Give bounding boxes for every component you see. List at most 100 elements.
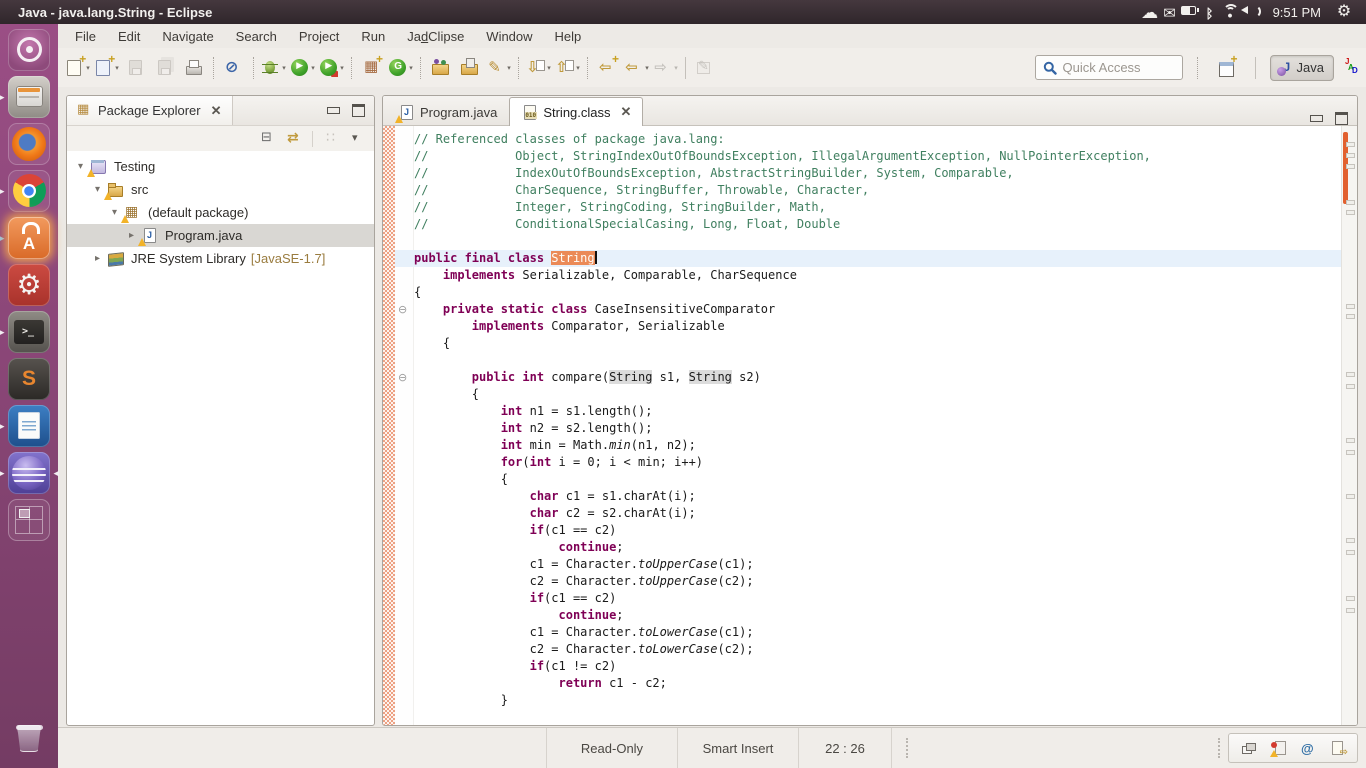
code-line[interactable]: return c1 - c2; (414, 675, 1342, 692)
run-button[interactable]: ▾ (288, 54, 317, 81)
code-line[interactable] (414, 352, 1342, 369)
new-java-project-wizard-button[interactable] (357, 52, 386, 81)
menu-help[interactable]: Help (544, 24, 593, 48)
quick-access-input[interactable]: Quick Access (1034, 55, 1183, 80)
skip-all-breakpoints-button[interactable] (219, 54, 248, 81)
wifi-icon[interactable] (1219, 1, 1240, 18)
annotation-marker[interactable] (1346, 304, 1355, 309)
new-java-class-button[interactable]: ▾ (386, 54, 415, 81)
code-line[interactable]: c1 = Character.toLowerCase(c1); (414, 624, 1342, 641)
launcher-libreoffice-writer[interactable]: ▸ (0, 402, 58, 449)
run-external-dropdown-icon[interactable]: ▾ (340, 64, 344, 72)
next-annotation-button[interactable]: ▾ (524, 54, 553, 81)
annotation-marker[interactable] (1346, 200, 1355, 205)
code-line[interactable]: int n2 = s2.length(); (414, 420, 1342, 437)
session-gear-icon[interactable] (1334, 3, 1354, 19)
annotation-marker[interactable] (1346, 596, 1355, 601)
code-line[interactable]: // Object, StringIndexOutOfBoundsExcepti… (414, 148, 1342, 165)
tree-item-default-package[interactable]: ▾ (default package) (67, 201, 374, 224)
annotation-marker[interactable] (1346, 153, 1355, 158)
link-with-editor-icon[interactable] (286, 130, 302, 147)
annotation-marker[interactable] (1346, 494, 1355, 499)
goto-file-icon[interactable] (1330, 740, 1348, 758)
annotation-marker[interactable] (1346, 142, 1355, 147)
open-type-button[interactable] (426, 54, 455, 81)
overview-ruler[interactable] (1341, 126, 1357, 725)
code-line[interactable]: continue; (414, 607, 1342, 624)
code-line[interactable]: // Referenced classes of package java.la… (414, 131, 1342, 148)
code-line[interactable]: continue; (414, 539, 1342, 556)
code-line[interactable]: public int compare(String s1, String s2) (414, 369, 1342, 386)
tree-item-testing[interactable]: ▾ Testing (67, 155, 374, 178)
launcher-system-settings[interactable] (0, 261, 58, 308)
code-line[interactable]: if(c1 != c2) (414, 658, 1342, 675)
code-line[interactable]: c2 = Character.toLowerCase(c2); (414, 641, 1342, 658)
run-dropdown-icon[interactable]: ▾ (311, 64, 315, 72)
open-task-button[interactable] (455, 54, 484, 81)
debug-dropdown-icon[interactable]: ▾ (282, 64, 286, 72)
restore-windows-icon[interactable] (1240, 740, 1256, 756)
twistie-icon[interactable]: ▸ (90, 253, 105, 264)
launcher-eclipse[interactable]: ▸ ◂ (0, 449, 59, 496)
code-line[interactable]: // IndexOutOfBoundsException, AbstractSt… (414, 165, 1342, 182)
bluetooth-icon[interactable] (1200, 7, 1220, 23)
launcher-files[interactable]: ▸ (0, 73, 58, 120)
open-perspective-button[interactable] (1212, 52, 1241, 81)
package-explorer-tab[interactable]: Package Explorer ✕ (67, 96, 233, 125)
code-line[interactable]: char c1 = s1.charAt(i); (414, 488, 1342, 505)
mail-icon[interactable] (1160, 5, 1180, 21)
next-annotation-dropdown-icon[interactable]: ▾ (547, 64, 551, 72)
volume-icon[interactable] (1240, 2, 1261, 18)
code-line[interactable]: c2 = Character.toUpperCase(c2); (414, 573, 1342, 590)
minimize-view-icon[interactable] (327, 107, 340, 114)
fold-collapse-icon[interactable]: ⊖ (398, 372, 407, 383)
code-line[interactable] (414, 233, 1342, 250)
new-java-project-dropdown-icon[interactable]: ▾ (115, 64, 119, 72)
annotation-marker[interactable] (1346, 438, 1355, 443)
twistie-icon[interactable]: ▾ (73, 161, 88, 172)
annotation-marker[interactable] (1346, 538, 1355, 543)
insert-mode-status[interactable]: Smart Insert (677, 728, 798, 768)
forward-dropdown-icon[interactable]: ▾ (674, 64, 678, 72)
twistie-icon[interactable]: ▾ (90, 184, 105, 195)
annotation-marker[interactable] (1346, 210, 1355, 215)
editor-tab-program-java[interactable]: Program.java (386, 99, 509, 125)
code-line[interactable]: { (414, 386, 1342, 403)
code-line[interactable]: // CharSequence, StringBuffer, Throwable… (414, 182, 1342, 199)
tree-item-jre-system-library[interactable]: ▸ JRE System Library [JavaSE-1.7] (67, 247, 374, 270)
code-line[interactable]: c1 = Character.toUpperCase(c1); (414, 556, 1342, 573)
cloud-icon[interactable] (1140, 5, 1160, 21)
launcher-terminal[interactable]: ▸ (0, 308, 58, 355)
run-external-button[interactable]: ▾ (317, 54, 346, 81)
launcher-chrome[interactable]: ▸ (0, 167, 58, 214)
new-button[interactable]: ▾ (63, 52, 92, 81)
annotation-marker[interactable] (1346, 314, 1355, 319)
debug-button[interactable]: ▾ (259, 54, 288, 81)
menu-window[interactable]: Window (475, 24, 543, 48)
annotation-marker[interactable] (1346, 384, 1355, 389)
annotation-marker[interactable] (1346, 550, 1355, 555)
launcher-trash[interactable] (0, 715, 58, 762)
code-line[interactable]: { (414, 471, 1342, 488)
new-java-project-button[interactable]: ▾ (92, 52, 121, 81)
launcher-firefox[interactable] (0, 120, 58, 167)
code-line[interactable]: implements Comparator, Serializable (414, 318, 1342, 335)
maximize-editor-icon[interactable] (1335, 112, 1348, 125)
battery-icon[interactable] (1180, 2, 1200, 18)
new-java-class-dropdown-icon[interactable]: ▾ (409, 64, 413, 72)
launcher-ubuntu-dash[interactable] (0, 26, 58, 73)
editor-tab-string-class[interactable]: String.class ✕ (509, 97, 644, 126)
code-view[interactable]: // Referenced classes of package java.la… (395, 131, 1357, 709)
twistie-icon[interactable]: ▾ (107, 207, 122, 218)
menu-search[interactable]: Search (225, 24, 288, 48)
close-tab-icon[interactable]: ✕ (621, 104, 632, 120)
search-button[interactable]: ▾ (484, 54, 513, 81)
code-line[interactable]: public final class String (395, 250, 1357, 267)
code-line[interactable]: implements Serializable, Comparable, Cha… (414, 267, 1342, 284)
annotation-marker[interactable] (1346, 372, 1355, 377)
menu-navigate[interactable]: Navigate (151, 24, 224, 48)
fold-collapse-icon[interactable]: ⊖ (398, 304, 407, 315)
menu-jadclipse[interactable]: Ja d Clipse (396, 24, 475, 48)
previous-annotation-button[interactable]: ▾ (553, 54, 582, 81)
annotations-icon[interactable] (1300, 740, 1316, 756)
